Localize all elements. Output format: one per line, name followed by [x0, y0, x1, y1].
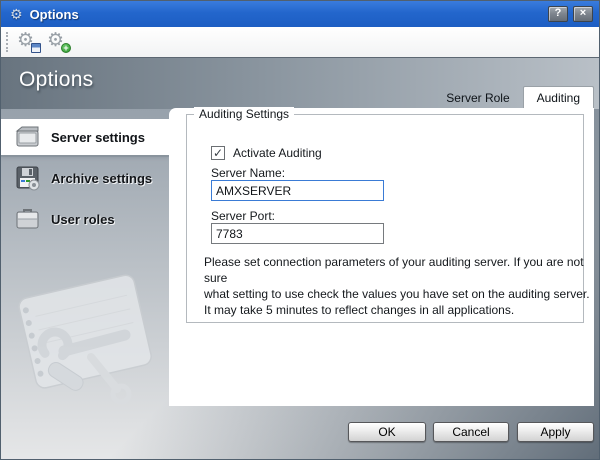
tab-auditing[interactable]: Auditing [523, 86, 594, 109]
server-name-input[interactable] [211, 180, 384, 201]
toolbar: ⚙ ⚙ + [1, 27, 599, 57]
activate-auditing-label: Activate Auditing [233, 146, 322, 160]
sidebar-item-archive-settings[interactable]: Archive settings [1, 162, 169, 194]
sidebar-item-label: Server settings [51, 130, 145, 145]
add-plus-badge-icon: + [61, 43, 71, 53]
auditing-settings-group: Auditing Settings ✓ Activate Auditing Se… [186, 114, 584, 323]
activate-auditing-row: ✓ Activate Auditing [211, 146, 322, 160]
sidebar-item-label: Archive settings [51, 171, 152, 186]
server-port-input[interactable] [211, 223, 384, 244]
help-line: what setting to use check the values you… [204, 286, 600, 302]
titlebar[interactable]: ⚙ Options ? × [1, 1, 599, 27]
apply-button[interactable]: Apply [517, 422, 594, 442]
cancel-button[interactable]: Cancel [433, 422, 509, 442]
help-line: Please set connection parameters of your… [204, 254, 600, 286]
sidebar-item-user-roles[interactable]: User roles [1, 203, 169, 235]
server-port-label: Server Port: [211, 209, 275, 223]
tab-bar: Server Role Auditing [433, 86, 594, 109]
sidebar-item-server-settings[interactable]: Server settings [1, 119, 169, 155]
ok-button[interactable]: OK [348, 422, 426, 442]
help-line: It may take 5 minutes to reflect changes… [204, 302, 600, 318]
briefcase-icon [14, 206, 41, 232]
page-header: Options Server Role Auditing [1, 57, 599, 109]
app-gear-icon: ⚙ [10, 6, 23, 23]
options-dialog: ⚙ Options ? × ⚙ ⚙ + Options Server Role … [0, 0, 600, 460]
help-button[interactable]: ? [548, 6, 568, 22]
floppy-disk-icon [14, 165, 41, 191]
tools-watermark-icon [3, 273, 185, 415]
auditing-panel: Auditing Settings ✓ Activate Auditing Se… [169, 108, 594, 406]
folder-icon [14, 124, 41, 150]
help-text: Please set connection parameters of your… [204, 254, 600, 318]
tab-server-role[interactable]: Server Role [433, 87, 522, 109]
page-title: Options [19, 68, 93, 92]
window-title: Options [30, 7, 79, 22]
server-name-label: Server Name: [211, 166, 285, 180]
sidebar-item-label: User roles [51, 212, 115, 227]
close-button[interactable]: × [573, 6, 593, 22]
toolbar-grip[interactable] [6, 32, 9, 52]
save-disk-badge-icon [31, 43, 41, 53]
activate-auditing-checkbox[interactable]: ✓ [211, 146, 225, 160]
save-options-button[interactable]: ⚙ [16, 30, 43, 55]
group-title: Auditing Settings [194, 107, 294, 121]
add-options-button[interactable]: ⚙ + [46, 30, 73, 55]
